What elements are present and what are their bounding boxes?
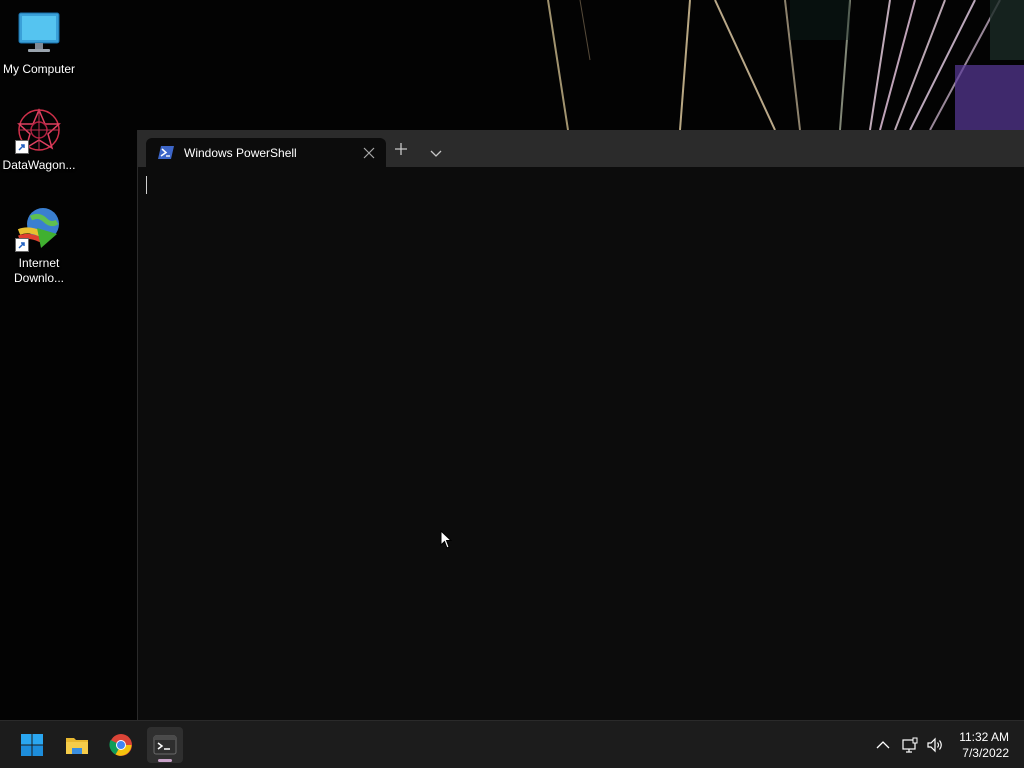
desktop-icon-label: DataWagon... [2,158,76,172]
terminal-icon [153,735,177,755]
desktop-icon-internet-download-manager[interactable]: Internet Downlo... [0,204,78,286]
network-icon[interactable] [902,737,918,753]
close-icon[interactable] [362,146,376,160]
tab-title: Windows PowerShell [184,146,297,160]
chevron-down-icon[interactable] [430,145,442,157]
taskbar: 11:32 AM 7/3/2022 [0,720,1024,768]
taskbar-file-explorer[interactable] [59,727,95,763]
taskbar-windows-terminal[interactable] [147,727,183,763]
mouse-pointer-icon [440,529,453,550]
taskbar-chrome[interactable] [103,727,139,763]
terminal-content[interactable] [138,167,1024,720]
desktop-icon-label: Internet Downlo... [13,256,65,285]
start-button[interactable] [14,727,50,763]
chevron-up-icon[interactable] [875,737,891,753]
taskbar-clock[interactable]: 11:32 AM 7/3/2022 [959,729,1009,761]
desktop-icon-datawagon[interactable]: DataWagon... [0,106,78,173]
text-cursor [146,176,147,194]
shortcut-arrow-icon [15,140,29,154]
terminal-titlebar[interactable]: Windows PowerShell [138,130,1024,167]
clock-date: 7/3/2022 [962,746,1009,760]
clock-time: 11:32 AM [959,730,1009,744]
active-app-indicator [158,759,172,762]
tab-windows-powershell[interactable]: Windows PowerShell [146,138,386,167]
datawagon-icon [15,106,63,154]
desktop-icon-my-computer[interactable]: My Computer [0,10,78,77]
plus-icon[interactable] [394,142,408,156]
shortcut-arrow-icon [15,238,29,252]
folder-icon [66,738,88,754]
powershell-icon [158,146,174,159]
windows-start-icon [21,734,43,756]
terminal-window[interactable]: Windows PowerShell [137,130,1024,720]
desktop-icon-label: My Computer [2,62,76,76]
chrome-icon [109,734,132,756]
internet-download-manager-icon [15,204,63,252]
monitor-icon [15,10,63,58]
volume-icon[interactable] [927,737,943,753]
